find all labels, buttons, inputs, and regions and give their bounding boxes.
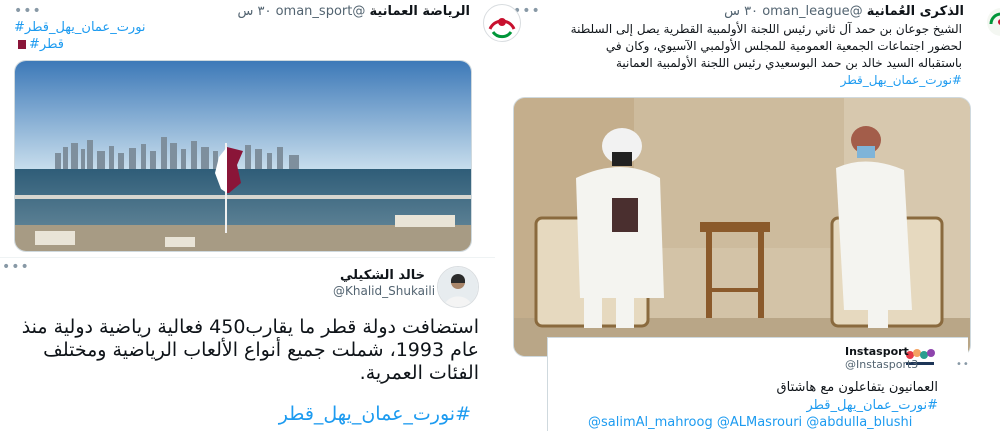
- tweet-text-line: الشيخ جوعان بن حمد آل ثاني رئيس اللجنة ا…: [570, 22, 962, 36]
- mention-links[interactable]: @salimAl_mahroog @ALMasrouri @abdulla_bl…: [588, 415, 912, 430]
- author-handle[interactable]: @Instasport3: [845, 358, 918, 371]
- tweet-text: استضافت دولة قطر ما يقارب450 فعالية رياض…: [22, 316, 479, 385]
- author-handle[interactable]: @oman_league: [762, 4, 862, 19]
- more-options-icon[interactable]: •••: [14, 4, 42, 18]
- tweet-text-line: عام 1993، شملت جميع أنواع الألعاب الرياض…: [43, 339, 479, 361]
- more-options-icon[interactable]: ••: [956, 360, 970, 370]
- avatar[interactable]: [437, 266, 479, 308]
- tweet-header: الذكرى العُمانية @oman_league ٣٠ س: [724, 4, 964, 19]
- tweet-text: العمانيون يتفاعلون مع هاشتاق: [776, 380, 938, 395]
- author-name[interactable]: الذكرى العُمانية: [867, 4, 964, 19]
- avatar[interactable]: [986, 4, 1000, 40]
- author-name[interactable]: خالد الشكيلي: [340, 268, 425, 283]
- hashtag-link[interactable]: #قطر: [29, 37, 64, 52]
- divider: [0, 257, 495, 258]
- tweet-text-line: باستقباله السيد خالد بن حمد البوسعيدي رئ…: [615, 56, 962, 70]
- tweet-header: الرياضة العمانية @oman_sport ٣٠ س: [237, 4, 470, 19]
- doha-skyline-image: [15, 61, 471, 251]
- author-name[interactable]: الرياضة العمانية: [369, 4, 470, 19]
- tweet-text-line: لحضور اجتماعات الجمعية العمومية للمجلس ا…: [605, 39, 962, 53]
- hashtag-link[interactable]: #نورت_عمان_يهل_قطر: [806, 398, 938, 413]
- author-handle[interactable]: @Khalid_Shukaili: [333, 284, 435, 298]
- profile-photo-icon: [438, 267, 478, 307]
- tweet-text-line: استضافت دولة قطر ما يقارب450 فعالية رياض…: [21, 316, 479, 338]
- meeting-photo-image: [514, 98, 970, 356]
- oman-league-logo-icon: [485, 6, 519, 40]
- hashtag-link[interactable]: #نورت_عمان_يهل_قطر: [571, 72, 962, 89]
- more-options-icon[interactable]: •••: [2, 260, 30, 274]
- author-handle[interactable]: @oman_sport: [276, 4, 366, 19]
- tweet-text-line: الفئات العمرية.: [359, 362, 479, 384]
- oman-league-logo-icon: [987, 8, 1000, 36]
- hashtag-row: #قطر: [14, 37, 64, 52]
- qatar-flag-icon: [14, 40, 26, 49]
- tweet-text: الشيخ جوعان بن حمد آل ثاني رئيس اللجنة ا…: [571, 21, 962, 89]
- avatar[interactable]: [483, 4, 521, 42]
- hashtag-link[interactable]: #نورت_عمان_يهل_قطر: [14, 20, 146, 35]
- tweet-image[interactable]: [513, 97, 971, 357]
- author-name[interactable]: Instasport: [845, 345, 909, 358]
- tweet-time[interactable]: ٣٠ س: [237, 4, 271, 19]
- hashtag-link[interactable]: #نورت_عمان_يهل_قطر: [279, 403, 471, 425]
- tweet-time[interactable]: ٣٠ س: [724, 4, 758, 19]
- tweet-image[interactable]: [14, 60, 472, 252]
